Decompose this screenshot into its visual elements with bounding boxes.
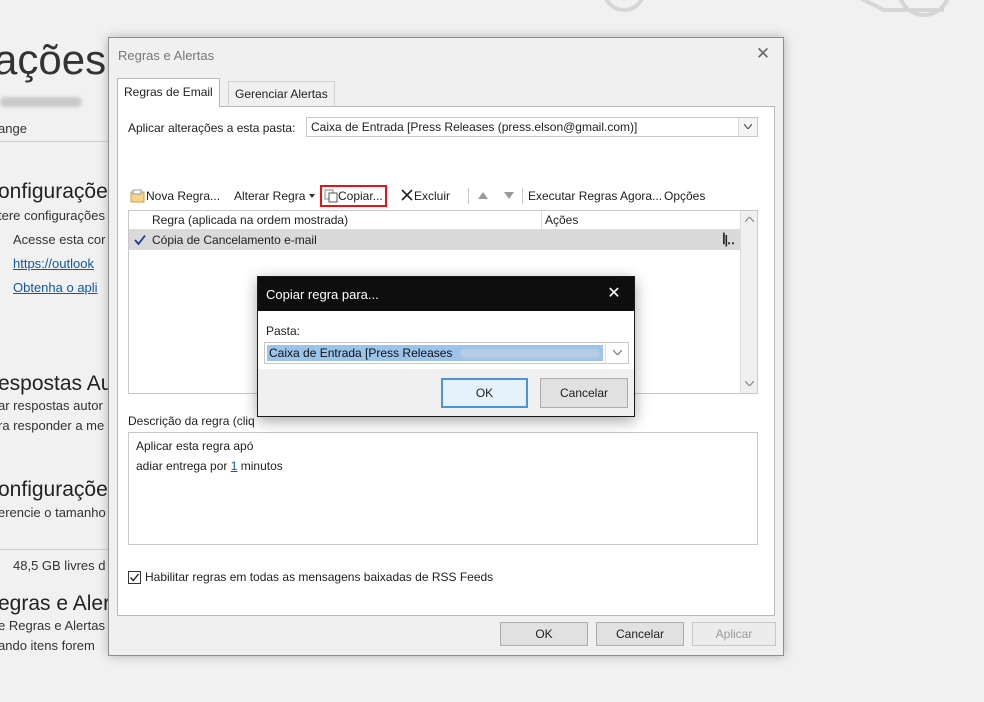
description-text: adiar entrega por	[136, 459, 231, 473]
new-rule-icon	[130, 189, 145, 203]
scroll-down-icon[interactable]	[741, 376, 757, 392]
rss-checkbox[interactable]	[128, 571, 141, 584]
storage-heading: onfiguraçõe	[0, 478, 108, 501]
close-icon[interactable]: ✕	[604, 284, 624, 304]
divider	[0, 141, 110, 142]
new-rule-button[interactable]: Nova Regra...	[130, 185, 220, 207]
copy-dialog-title: Copiar regra para...	[266, 287, 379, 302]
storage-subtext: erencie o tamanho	[0, 505, 106, 520]
chevron-down-icon	[738, 118, 757, 136]
tab-manage-alerts[interactable]: Gerenciar Alertas	[228, 81, 335, 106]
delete-rule-button[interactable]: Excluir	[400, 185, 450, 207]
apply-folder-select[interactable]: Caixa de Entrada [Press Releases (press.…	[306, 117, 758, 137]
delete-rule-label: Excluir	[414, 189, 451, 203]
rules-heading: egras e Aler	[0, 592, 111, 615]
destination-folder-select[interactable]: Caixa de Entrada [Press Releases	[264, 342, 629, 364]
settings-heading: onfiguraçõe	[0, 180, 108, 203]
folder-label: Pasta:	[266, 324, 301, 338]
new-rule-label: Nova Regra...	[146, 189, 221, 203]
apply-folder-label: Aplicar alterações a esta pasta:	[128, 121, 296, 135]
cancel-button[interactable]: Cancelar	[596, 622, 684, 646]
auto-replies-subtext: ar respostas autor	[0, 398, 103, 413]
account-type: ange	[0, 121, 27, 136]
column-divider	[541, 211, 542, 229]
column-rule[interactable]: Regra (aplicada na ordem mostrada)	[152, 211, 348, 229]
copy-rule-label: Copiar...	[338, 189, 383, 203]
options-button[interactable]: Opções	[664, 185, 705, 207]
description-line: Aplicar esta regra apó	[136, 439, 254, 453]
description-line: adiar entrega por 1 minutos	[136, 456, 750, 476]
toolbar-separator	[522, 188, 523, 204]
delete-icon	[401, 189, 413, 201]
blurred-email	[0, 97, 82, 107]
tab-email-rules[interactable]: Regras de Email	[117, 78, 220, 107]
ok-button[interactable]: OK	[500, 622, 588, 646]
settings-subtext: tere configurações	[0, 208, 105, 223]
move-down-icon	[504, 192, 514, 199]
destination-folder-value: Caixa de Entrada [Press Releases	[267, 345, 603, 361]
copy-dialog-titlebar: Copiar regra para... ✕	[258, 277, 634, 311]
copy-icon	[324, 189, 338, 203]
close-icon[interactable]: ✕	[753, 44, 773, 64]
run-rules-button[interactable]: Executar Regras Agora...	[528, 185, 662, 207]
page-title: ações	[0, 36, 107, 83]
outlook-link[interactable]: https://outlook	[13, 256, 94, 271]
change-rule-button[interactable]: Alterar Regra	[234, 185, 315, 207]
copy-ok-button[interactable]: OK	[441, 378, 528, 408]
rss-rules-option[interactable]: Habilitar regras em todas as mensagens b…	[128, 569, 493, 585]
settings-item: Acesse esta cor	[13, 232, 106, 247]
get-app-link[interactable]: Obtenha o apli	[13, 280, 98, 295]
scroll-up-icon[interactable]	[741, 212, 757, 228]
blurred-email	[460, 349, 601, 359]
caret-down-icon	[308, 194, 315, 198]
forward-action-icon: ꟾ|‥	[722, 233, 735, 247]
rule-enabled-checkbox[interactable]	[133, 233, 147, 247]
copy-rule-button[interactable]: Copiar...	[320, 185, 387, 207]
rule-description-box: Aplicar esta regra apó adiar entrega por…	[128, 432, 758, 545]
storage-free: 48,5 GB livres d	[13, 558, 106, 573]
rules-subtext-2: ando itens forem	[0, 638, 95, 653]
change-rule-label: Alterar Regra	[234, 189, 306, 203]
dialog-title: Regras e Alertas	[118, 48, 215, 63]
copy-cancel-button[interactable]: Cancelar	[540, 378, 628, 408]
move-down-button[interactable]	[504, 185, 514, 207]
brand-logo	[604, 0, 950, 17]
rules-scrollbar[interactable]	[740, 211, 757, 393]
folder-text: Caixa de Entrada [Press Releases	[269, 346, 453, 360]
move-up-button[interactable]	[478, 185, 488, 207]
rules-subtext: e Regras e Alertas	[0, 618, 105, 633]
move-up-icon	[478, 192, 488, 199]
apply-button[interactable]: Aplicar	[692, 622, 776, 646]
toolbar-separator	[468, 188, 469, 204]
rule-row[interactable]: Cópia de Cancelamento e-mail ꟾ|‥	[129, 230, 740, 250]
copy-dialog-body: Pasta: Caixa de Entrada [Press Releases	[258, 311, 634, 369]
apply-folder-value: Caixa de Entrada [Press Releases (press.…	[311, 120, 638, 134]
chevron-down-icon	[605, 343, 628, 363]
rule-name: Cópia de Cancelamento e-mail	[152, 233, 317, 247]
description-text: minutos	[237, 459, 283, 473]
copy-rule-dialog: Copiar regra para... ✕ Pasta: Caixa de E…	[257, 276, 635, 417]
divider	[0, 549, 110, 550]
rule-description-label: Descrição da regra (cliq	[128, 414, 255, 428]
auto-replies-subtext-2: ra responder a me	[0, 418, 105, 433]
rules-list-header: Regra (aplicada na ordem mostrada) Ações	[129, 211, 740, 230]
auto-replies-heading: espostas Au	[0, 372, 113, 395]
column-actions[interactable]: Ações	[545, 211, 578, 229]
rss-checkbox-label: Habilitar regras em todas as mensagens b…	[145, 570, 494, 584]
rules-toolbar: Nova Regra... Alterar Regra Copiar... Ex…	[128, 185, 728, 207]
